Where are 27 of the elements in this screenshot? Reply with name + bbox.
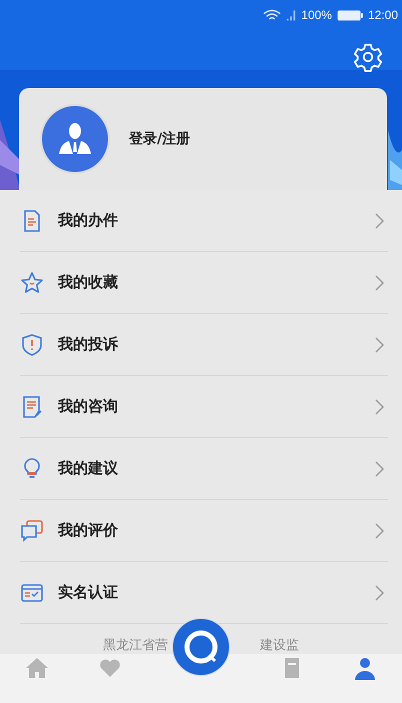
- chevron-right-icon: [374, 336, 384, 352]
- person-icon[interactable]: [353, 656, 378, 680]
- battery-percent: 100%: [301, 8, 332, 22]
- star-icon: [20, 270, 44, 294]
- login-register-link[interactable]: 登录/注册: [129, 130, 190, 148]
- chevron-right-icon: [374, 584, 384, 600]
- footer-text: 黑龙江省营: [103, 637, 168, 654]
- menu-item[interactable]: 我的评价: [20, 500, 388, 562]
- menu-item[interactable]: 我的收藏: [20, 252, 388, 314]
- footer-text: 建设监: [260, 637, 299, 654]
- wifi-icon: [263, 8, 282, 22]
- chevron-right-icon: [374, 460, 384, 476]
- avatar-icon[interactable]: [39, 103, 111, 175]
- note-icon: [20, 394, 44, 418]
- settings-icon[interactable]: [353, 42, 383, 72]
- chevron-right-icon: [374, 212, 384, 228]
- shield-icon: [20, 332, 44, 356]
- menu-item[interactable]: 我的办件: [20, 190, 388, 252]
- chevron-right-icon: [374, 398, 384, 414]
- chat-icon: [20, 518, 44, 542]
- menu-item[interactable]: 我的建议: [20, 438, 388, 500]
- signal-icon: [286, 8, 296, 22]
- chevron-right-icon: [374, 274, 384, 290]
- clock-time: 12:00: [368, 8, 398, 22]
- menu-item[interactable]: 我的投诉: [20, 314, 388, 376]
- menu-item[interactable]: 我的咨询: [20, 376, 388, 438]
- chevron-right-icon: [374, 522, 384, 538]
